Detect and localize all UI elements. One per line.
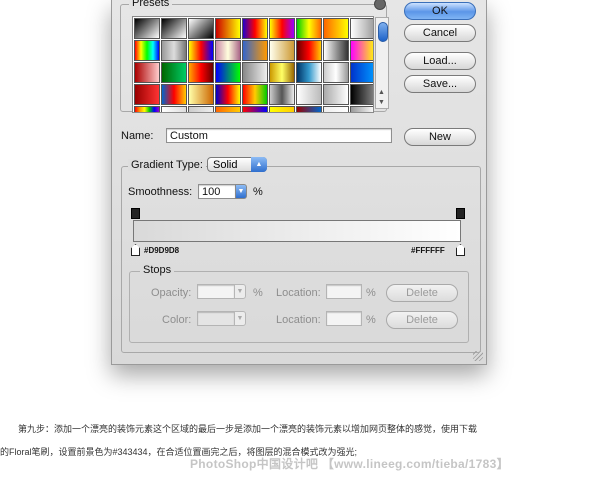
preset-swatch[interactable] xyxy=(242,106,268,112)
presets-swatch-grid xyxy=(133,17,373,112)
opacity-percent: % xyxy=(253,287,263,299)
gradient-type-label: Gradient Type: xyxy=(128,159,206,171)
preset-swatch[interactable] xyxy=(323,40,349,61)
opacity-location-input[interactable] xyxy=(326,284,362,299)
opacity-stop-right[interactable] xyxy=(456,208,465,219)
preset-swatch[interactable] xyxy=(215,40,241,61)
preset-swatch[interactable] xyxy=(134,18,160,39)
new-button[interactable]: New xyxy=(404,128,476,146)
preset-swatch[interactable] xyxy=(134,106,160,112)
presets-swatch-area xyxy=(132,16,374,113)
preset-swatch[interactable] xyxy=(242,18,268,39)
color-dropdown-arrow-icon[interactable]: ▼ xyxy=(234,311,246,326)
preset-swatch[interactable] xyxy=(242,84,268,105)
preset-swatch[interactable] xyxy=(215,18,241,39)
smoothness-input[interactable]: 100 xyxy=(198,184,236,199)
opacity-dropdown-arrow-icon[interactable]: ▼ xyxy=(234,284,246,299)
preset-swatch[interactable] xyxy=(269,62,295,83)
smoothness-percent: % xyxy=(253,186,263,198)
select-arrows-icon: ▲ xyxy=(251,157,267,172)
presets-scrollbar[interactable]: ▲ ▼ xyxy=(375,17,389,109)
smoothness-label: Smoothness: xyxy=(128,186,193,198)
preset-swatch[interactable] xyxy=(161,84,187,105)
preset-swatch[interactable] xyxy=(161,62,187,83)
gradient-type-value: Solid xyxy=(213,159,238,171)
presets-group: Presets ▲ ▼ xyxy=(120,0,389,113)
preset-swatch[interactable] xyxy=(350,40,373,61)
preset-swatch[interactable] xyxy=(161,18,187,39)
preset-swatch[interactable] xyxy=(296,18,322,39)
opacity-label: Opacity: xyxy=(151,287,192,299)
preset-swatch[interactable] xyxy=(350,106,373,112)
resize-grip-icon[interactable] xyxy=(473,351,483,361)
preset-swatch[interactable] xyxy=(350,18,373,39)
stops-label: Stops xyxy=(140,264,175,276)
color-location-percent: % xyxy=(366,314,376,326)
opacity-location-percent: % xyxy=(366,287,376,299)
preset-swatch[interactable] xyxy=(296,106,322,112)
opacity-input[interactable] xyxy=(197,284,235,299)
preset-swatch[interactable] xyxy=(188,40,214,61)
color-swatch-field[interactable] xyxy=(197,311,235,326)
save-button[interactable]: Save... xyxy=(404,75,476,93)
presets-label: Presets xyxy=(129,0,173,9)
cancel-button[interactable]: Cancel xyxy=(404,24,476,42)
scroll-down-arrow-icon[interactable]: ▼ xyxy=(378,99,385,106)
preset-swatch[interactable] xyxy=(350,84,373,105)
preset-swatch[interactable] xyxy=(296,84,322,105)
color-delete-button[interactable]: Delete xyxy=(386,311,458,329)
ok-button[interactable]: OK xyxy=(404,2,476,20)
opacity-delete-button[interactable]: Delete xyxy=(386,284,458,302)
name-input[interactable]: Custom xyxy=(166,128,392,143)
scroll-thumb[interactable] xyxy=(378,22,388,42)
preset-swatch[interactable] xyxy=(269,106,295,112)
preset-swatch[interactable] xyxy=(242,40,268,61)
color-location-label: Location: xyxy=(276,314,321,326)
preset-swatch[interactable] xyxy=(296,40,322,61)
preset-swatch[interactable] xyxy=(215,106,241,112)
preset-swatch[interactable] xyxy=(323,106,349,112)
preset-swatch[interactable] xyxy=(188,84,214,105)
left-stop-color-label: #D9D9D8 xyxy=(144,246,180,255)
watermark: PhotoShop中国设计吧 【www.lineeg.com/tieba/178… xyxy=(190,457,509,471)
preset-swatch[interactable] xyxy=(161,40,187,61)
preset-swatch[interactable] xyxy=(188,18,214,39)
preset-swatch[interactable] xyxy=(134,40,160,61)
stops-group xyxy=(129,271,469,343)
preset-swatch[interactable] xyxy=(188,106,214,112)
preset-swatch[interactable] xyxy=(134,84,160,105)
preset-swatch[interactable] xyxy=(215,62,241,83)
gradient-type-select[interactable]: Solid ▲ xyxy=(207,157,267,172)
color-label: Color: xyxy=(162,314,192,326)
preset-swatch[interactable] xyxy=(323,18,349,39)
load-button[interactable]: Load... xyxy=(404,52,476,70)
preset-swatch[interactable] xyxy=(296,62,322,83)
preset-swatch[interactable] xyxy=(188,62,214,83)
presets-menu-icon[interactable] xyxy=(374,0,386,10)
name-label: Name: xyxy=(121,130,154,142)
preset-swatch[interactable] xyxy=(350,62,373,83)
preset-swatch[interactable] xyxy=(161,106,187,112)
caption-line-1: 第九步：添加一个漂亮的装饰元素这个区域的最后一步是添加一个漂亮的装饰元素以增加网… xyxy=(18,424,478,434)
preset-swatch[interactable] xyxy=(323,84,349,105)
opacity-location-label: Location: xyxy=(276,287,321,299)
preset-swatch[interactable] xyxy=(134,62,160,83)
preset-swatch[interactable] xyxy=(269,40,295,61)
opacity-stop-left[interactable] xyxy=(131,208,140,219)
right-stop-color-label: #FFFFFF xyxy=(411,246,445,255)
preset-swatch[interactable] xyxy=(242,62,268,83)
scroll-up-arrow-icon[interactable]: ▲ xyxy=(378,89,385,96)
preset-swatch[interactable] xyxy=(323,62,349,83)
preset-swatch[interactable] xyxy=(269,84,295,105)
gradient-preview-bar[interactable] xyxy=(133,220,461,242)
preset-swatch[interactable] xyxy=(269,18,295,39)
color-location-input[interactable] xyxy=(326,311,362,326)
preset-swatch[interactable] xyxy=(215,84,241,105)
smoothness-dropdown-arrow-icon[interactable]: ▼ xyxy=(235,184,247,199)
